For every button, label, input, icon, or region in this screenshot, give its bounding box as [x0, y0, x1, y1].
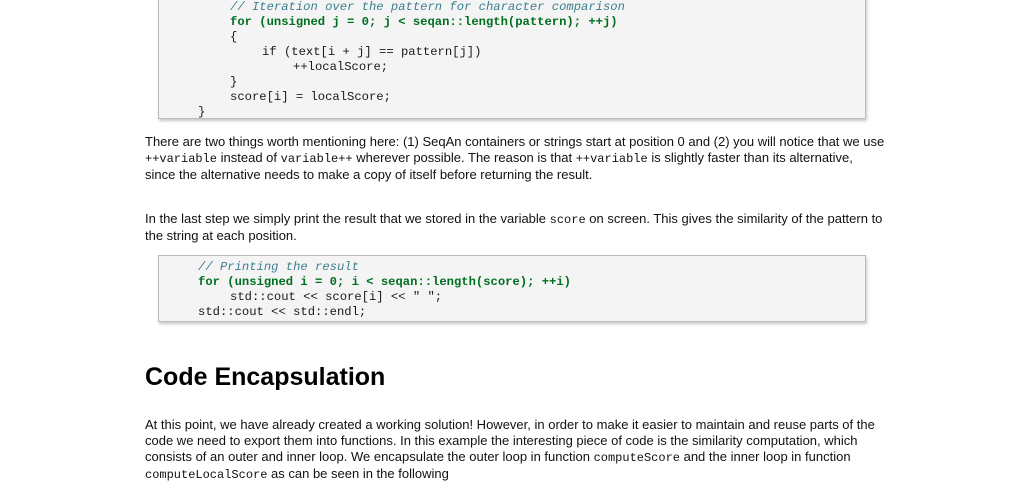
code-block-print-result: // Printing the result for (unsigned i =… — [158, 255, 866, 322]
inline-code: score — [549, 213, 586, 227]
code-line: // Iteration over the pattern for charac… — [230, 0, 625, 14]
paragraph-increment-note: There are two things worth mentioning he… — [145, 134, 885, 182]
code-line: for (unsigned i = 0; i < seqan::length(s… — [198, 275, 571, 289]
code-block-score-loop: // Iteration over the pattern for charac… — [158, 0, 866, 119]
code-line: if (text[i + j] == pattern[j]) — [262, 45, 482, 59]
code-line: std::cout << score[i] << " "; — [230, 290, 443, 304]
code-line: std::cout << std::endl; — [198, 305, 367, 319]
inline-code: variable++ — [280, 152, 353, 166]
code-line: for (unsigned j = 0; j < seqan::length(p… — [230, 15, 618, 29]
paragraph-code-encapsulation: At this point, we have already created a… — [145, 417, 875, 482]
section-heading: Code Encapsulation — [145, 363, 386, 391]
inline-code: ++variable — [145, 152, 218, 166]
code-line: ++localScore; — [293, 60, 389, 74]
code-line: // Printing the result — [198, 260, 359, 274]
inline-code: computeLocalScore — [145, 468, 268, 482]
code-line: } — [230, 75, 238, 89]
inline-code: ++variable — [575, 152, 648, 166]
code-line: } — [198, 105, 206, 119]
code-line: score[i] = localScore; — [230, 90, 391, 104]
inline-code: computeScore — [593, 451, 680, 465]
code-line: { — [230, 30, 238, 44]
paragraph-print-result: In the last step we simply print the res… — [145, 211, 883, 243]
